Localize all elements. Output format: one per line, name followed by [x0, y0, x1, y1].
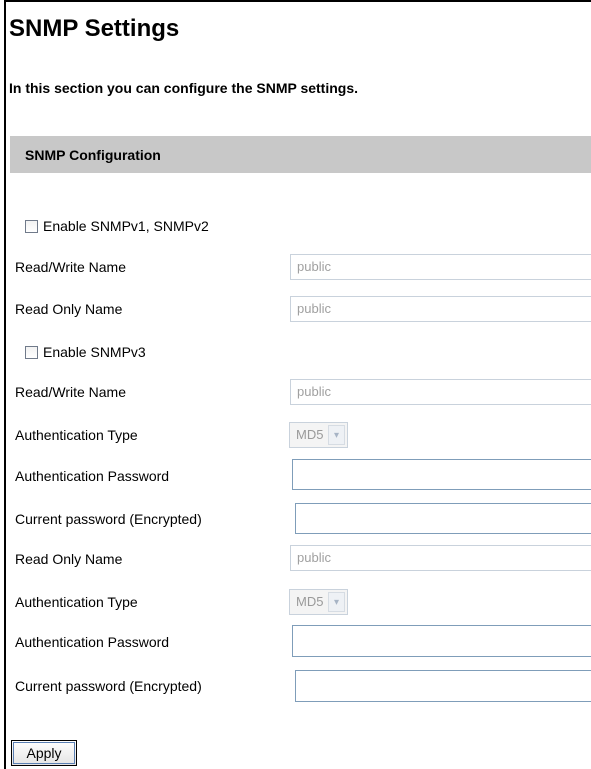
- enable-snmpv3-label: Enable SNMPv3: [43, 344, 146, 360]
- page-frame-left: [4, 0, 6, 769]
- apply-button[interactable]: Apply: [11, 740, 77, 766]
- enable-snmpv1v2-row[interactable]: Enable SNMPv1, SNMPv2: [25, 217, 209, 235]
- enable-snmpv1v2-checkbox[interactable]: [25, 219, 38, 233]
- v3-rw-auth-password-label: Authentication Password: [15, 468, 170, 484]
- apply-button-label: Apply: [26, 745, 62, 761]
- v3-rw-auth-type-value: MD5: [296, 427, 324, 442]
- v3-rw-name-label: Read/Write Name: [15, 384, 127, 400]
- v3-rw-current-password-input[interactable]: [295, 503, 591, 534]
- v3-ro-auth-type-select[interactable]: MD5 ▾: [289, 589, 348, 615]
- v3-rw-name-input[interactable]: public: [290, 379, 591, 405]
- section-title: SNMP Configuration: [25, 147, 161, 163]
- v3-ro-name-input[interactable]: public: [290, 545, 591, 571]
- v3-ro-current-password-label: Current password (Encrypted): [15, 678, 202, 694]
- page-frame-top: [4, 0, 591, 2]
- v3-rw-auth-type-label: Authentication Type: [15, 427, 138, 443]
- v1v2-ro-name-input[interactable]: public: [290, 296, 591, 322]
- enable-snmpv3-checkbox[interactable]: [25, 345, 38, 359]
- v3-ro-name-label: Read Only Name: [15, 551, 123, 567]
- enable-snmpv1v2-label: Enable SNMPv1, SNMPv2: [43, 218, 209, 234]
- enable-snmpv3-row[interactable]: Enable SNMPv3: [25, 343, 146, 361]
- page-intro: In this section you can configure the SN…: [9, 80, 359, 96]
- v3-ro-auth-password-input[interactable]: [292, 625, 591, 657]
- v3-rw-auth-type-select[interactable]: MD5 ▾: [289, 422, 348, 448]
- v1v2-rw-name-label: Read/Write Name: [15, 259, 127, 275]
- v3-ro-current-password-input[interactable]: [295, 670, 591, 702]
- chevron-down-icon[interactable]: ▾: [328, 592, 345, 612]
- chevron-down-icon[interactable]: ▾: [328, 425, 345, 445]
- v3-rw-current-password-label: Current password (Encrypted): [15, 511, 202, 527]
- v3-ro-auth-type-label: Authentication Type: [15, 594, 138, 610]
- v3-ro-auth-type-value: MD5: [296, 594, 324, 609]
- v3-ro-auth-password-label: Authentication Password: [15, 634, 170, 650]
- v1v2-ro-name-label: Read Only Name: [15, 301, 123, 317]
- v1v2-rw-name-input[interactable]: public: [290, 254, 591, 280]
- v3-rw-auth-password-input[interactable]: [292, 459, 591, 490]
- page-title: SNMP Settings: [9, 15, 180, 42]
